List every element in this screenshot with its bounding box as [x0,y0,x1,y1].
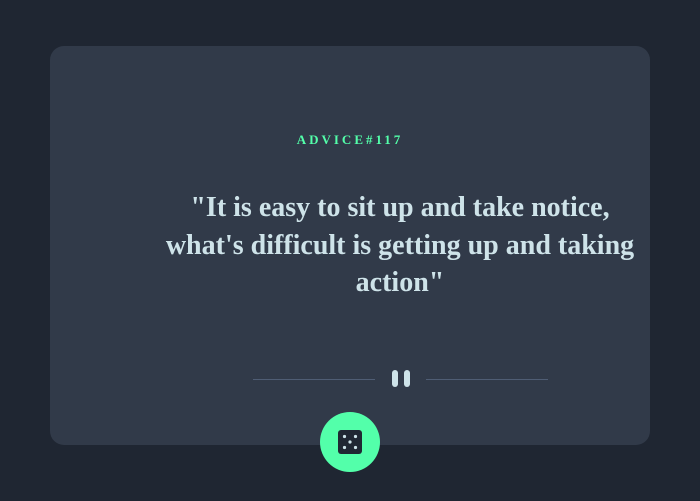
pattern-divider [253,366,548,392]
new-advice-dice-button[interactable] [320,412,380,472]
divider-line-right [426,379,548,380]
advice-card: ADVICE#117 "It is easy to sit up and tak… [50,46,650,445]
pause-bar-left [392,370,398,387]
pause-bar-right [404,370,410,387]
page: ADVICE#117 "It is easy to sit up and tak… [0,0,700,501]
advice-quote: "It is easy to sit up and take notice, w… [165,192,635,298]
divider-line-left [253,379,375,380]
advice-label: ADVICE [296,132,366,147]
advice-number: 117 [375,132,404,147]
pause-icon [390,370,412,388]
advice-id-heading: ADVICE#117 [50,132,650,148]
advice-number-prefix: # [366,132,376,147]
dice-icon [338,430,362,454]
